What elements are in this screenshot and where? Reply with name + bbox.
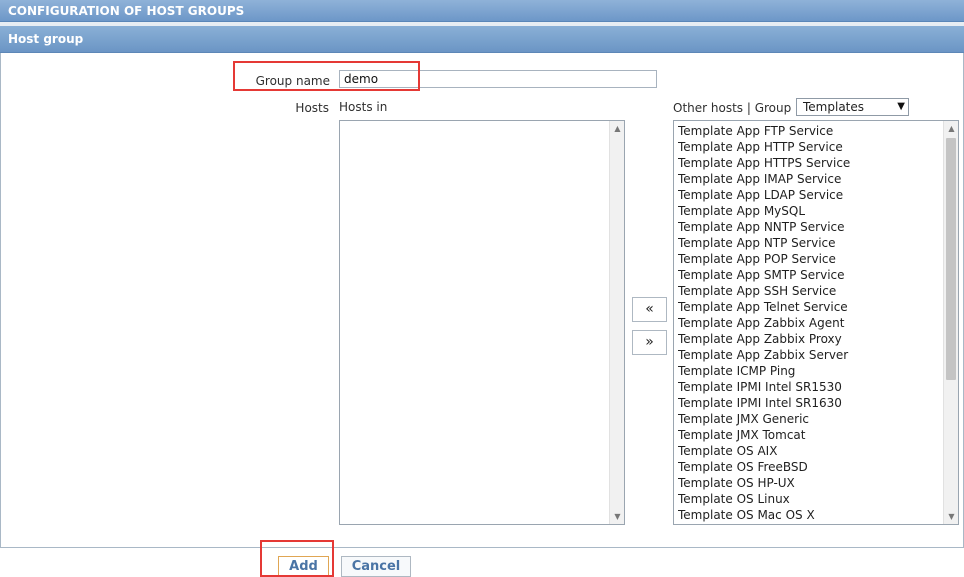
list-item[interactable]: Template OS FreeBSD bbox=[678, 459, 940, 475]
list-item[interactable]: Template App NNTP Service bbox=[678, 219, 940, 235]
list-item[interactable]: Template App Zabbix Proxy bbox=[678, 331, 940, 347]
group-select-value: Templates bbox=[803, 100, 865, 114]
other-hosts-items: Template App FTP Service Template App HT… bbox=[678, 123, 940, 524]
hosts-in-label: Hosts in bbox=[339, 100, 388, 114]
list-item[interactable]: Template ICMP Ping bbox=[678, 363, 940, 379]
other-hosts-listbox[interactable]: Template App FTP Service Template App HT… bbox=[673, 120, 959, 525]
list-item[interactable]: Template OS Linux bbox=[678, 491, 940, 507]
hosts-in-listbox[interactable]: ▲ ▼ bbox=[339, 120, 625, 525]
list-item[interactable]: Template OS AIX bbox=[678, 443, 940, 459]
section-header: Host group bbox=[0, 26, 964, 53]
list-item[interactable]: Template OS Mac OS X bbox=[678, 507, 940, 523]
scroll-up-icon[interactable]: ▲ bbox=[610, 121, 624, 136]
move-to-hosts-in-button[interactable]: « bbox=[632, 297, 667, 322]
scroll-up-icon[interactable]: ▲ bbox=[944, 121, 958, 136]
list-item[interactable]: Template App SSH Service bbox=[678, 283, 940, 299]
list-item[interactable]: Template App HTTP Service bbox=[678, 139, 940, 155]
list-item[interactable]: Template JMX Generic bbox=[678, 411, 940, 427]
list-item[interactable]: Template App FTP Service bbox=[678, 123, 940, 139]
list-item[interactable]: Template IPMI Intel SR1630 bbox=[678, 395, 940, 411]
move-to-other-hosts-button[interactable]: » bbox=[632, 330, 667, 355]
list-item[interactable]: Template App NTP Service bbox=[678, 235, 940, 251]
other-hosts-group-label: Other hosts | Group bbox=[673, 101, 792, 115]
list-item[interactable]: Template App Telnet Service bbox=[678, 299, 940, 315]
list-item[interactable]: Template App Zabbix Agent bbox=[678, 315, 940, 331]
list-item[interactable]: Template App IMAP Service bbox=[678, 171, 940, 187]
hosts-label: Hosts bbox=[295, 101, 329, 115]
scroll-down-icon[interactable]: ▼ bbox=[610, 509, 624, 524]
list-item[interactable]: Template App HTTPS Service bbox=[678, 155, 940, 171]
hosts-in-scrollbar[interactable]: ▲ ▼ bbox=[609, 121, 624, 524]
chevron-down-icon: ▼ bbox=[897, 101, 905, 112]
scroll-thumb[interactable] bbox=[946, 138, 956, 380]
other-hosts-scrollbar[interactable]: ▲ ▼ bbox=[943, 121, 958, 524]
list-item[interactable]: Template IPMI Intel SR1530 bbox=[678, 379, 940, 395]
group-name-input[interactable] bbox=[339, 70, 657, 88]
list-item[interactable]: Template App Zabbix Server bbox=[678, 347, 940, 363]
group-name-label: Group name bbox=[255, 74, 330, 88]
host-group-configuration-page: CONFIGURATION OF HOST GROUPS Host group … bbox=[0, 0, 964, 577]
list-item[interactable]: Template OS HP-UX bbox=[678, 475, 940, 491]
scroll-down-icon[interactable]: ▼ bbox=[944, 509, 958, 524]
group-select[interactable]: Templates ▼ bbox=[796, 98, 909, 116]
form-actions-area bbox=[0, 548, 964, 577]
list-item[interactable]: Template App MySQL bbox=[678, 203, 940, 219]
list-item[interactable]: Template App SMTP Service bbox=[678, 267, 940, 283]
list-item[interactable]: Template JMX Tomcat bbox=[678, 427, 940, 443]
add-button[interactable]: Add bbox=[278, 556, 329, 577]
page-header: CONFIGURATION OF HOST GROUPS bbox=[0, 0, 964, 22]
hosts-in-items bbox=[344, 123, 606, 524]
list-item[interactable]: Template App LDAP Service bbox=[678, 187, 940, 203]
cancel-button[interactable]: Cancel bbox=[341, 556, 411, 577]
list-item[interactable]: Template App POP Service bbox=[678, 251, 940, 267]
